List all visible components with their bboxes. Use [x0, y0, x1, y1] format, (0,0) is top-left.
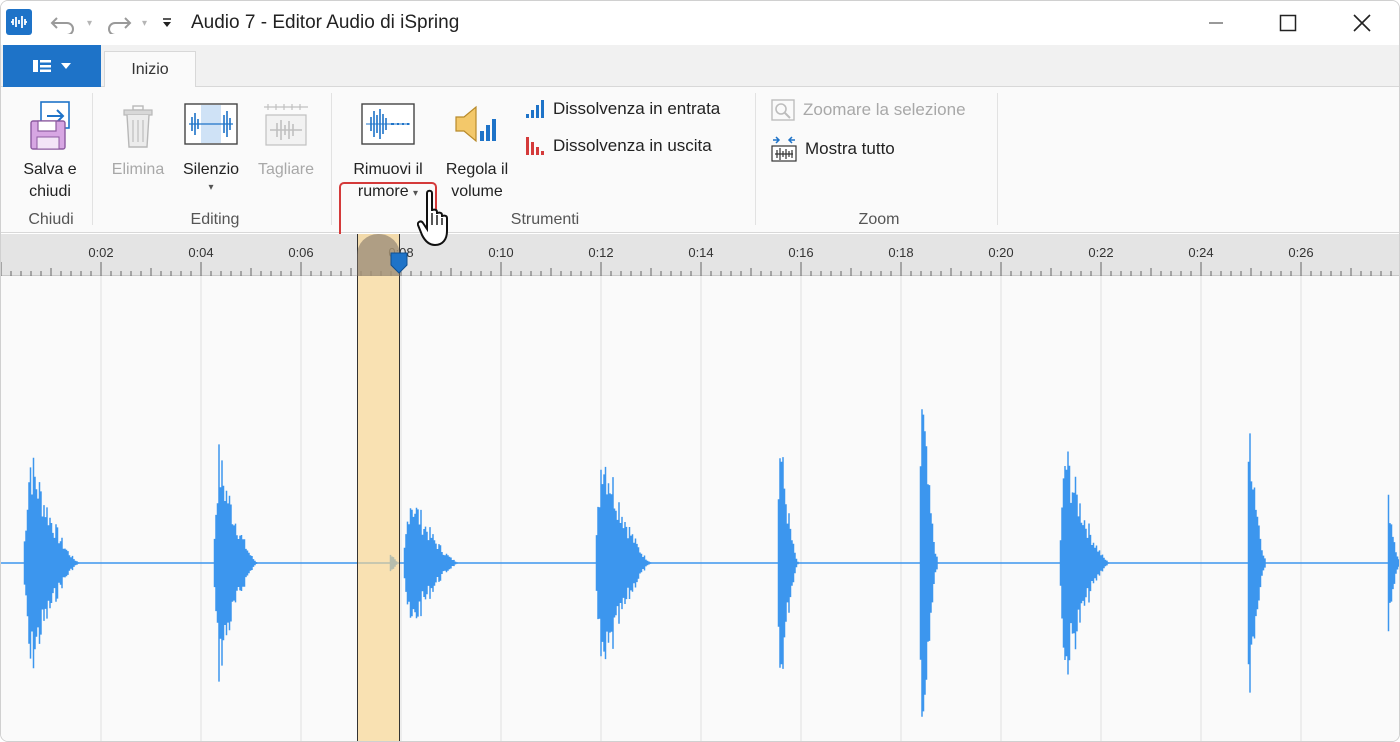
file-menu-button[interactable]	[3, 45, 101, 87]
ruler-tick-label: 0:14	[688, 245, 714, 260]
customize-toolbar-icon[interactable]	[161, 9, 173, 37]
waveform-area[interactable]	[1, 276, 1399, 741]
ruler-tick-label: 0:02	[88, 245, 114, 260]
zoom-selection-icon	[771, 99, 795, 121]
ruler-tick-label: 0:18	[888, 245, 914, 260]
ruler-tick-label: 0:20	[988, 245, 1014, 260]
volume-icon	[452, 99, 502, 153]
ruler-tick-label: 0:06	[288, 245, 314, 260]
ribbon: Salva e chiudi Chiudi Elimina Silenzio ▾…	[1, 87, 1399, 292]
fade-out-icon	[526, 137, 544, 155]
fade-out-button[interactable]: Dissolvenza in uscita	[525, 136, 712, 156]
silence-icon	[183, 99, 239, 153]
fit-all-icon	[771, 136, 797, 162]
group-label-close: Chiudi	[28, 211, 74, 228]
group-divider	[331, 93, 332, 225]
save-close-icon	[25, 99, 75, 153]
title-bar: ▾ ▾ Audio 7 - Editor Audio di iSpring	[1, 1, 1399, 45]
undo-dropdown-icon[interactable]: ▾	[87, 9, 92, 37]
group-label-tools: Strumenti	[510, 211, 580, 228]
maximize-button[interactable]	[1253, 1, 1323, 45]
silence-button[interactable]: Silenzio ▾	[175, 99, 247, 195]
window-title: Audio 7 - Editor Audio di iSpring	[191, 12, 460, 33]
redo-icon[interactable]	[105, 9, 133, 37]
close-button[interactable]	[1327, 1, 1397, 45]
group-label-zoom: Zoom	[858, 211, 900, 228]
silence-label: Silenzio	[182, 161, 240, 178]
ruler-tick-label: 0:26	[1288, 245, 1314, 260]
group-label-editing: Editing	[190, 211, 240, 228]
save-close-label-2: chiudi	[29, 183, 71, 200]
audio-editor-window: ▾ ▾ Audio 7 - Editor Audio di iSpring In…	[0, 0, 1400, 742]
ruler-tick-label: 0:12	[588, 245, 614, 260]
trash-icon	[120, 99, 156, 153]
menu-icon	[33, 60, 51, 72]
app-icon[interactable]	[6, 9, 32, 35]
fade-out-label: Dissolvenza in uscita	[553, 136, 712, 155]
adjust-volume-button[interactable]: Regola il volume	[437, 99, 517, 203]
cut-button[interactable]: Tagliare	[249, 99, 323, 181]
remove-noise-label-1: Rimuovi il	[353, 161, 423, 178]
ruler-tick-label: 0:16	[788, 245, 814, 260]
show-all-button[interactable]: Mostra tutto	[771, 136, 895, 162]
ruler-tick-label: 0:10	[488, 245, 514, 260]
ruler-tick-label: 0:22	[1088, 245, 1114, 260]
redo-dropdown-icon[interactable]: ▾	[142, 9, 147, 37]
trim-icon	[261, 99, 311, 153]
fade-in-icon	[526, 100, 544, 118]
silence-dropdown-icon[interactable]: ▾	[175, 181, 247, 195]
save-and-close-button[interactable]: Salva e chiudi	[15, 99, 85, 203]
group-divider	[92, 93, 93, 225]
noise-removal-icon	[360, 99, 416, 153]
delete-label: Elimina	[111, 161, 165, 178]
ruler-tick-label: 0:24	[1188, 245, 1214, 260]
show-all-label: Mostra tutto	[805, 139, 895, 158]
adjust-volume-label-1: Regola il	[445, 161, 509, 178]
zoom-selection-label: Zoomare la selezione	[803, 100, 966, 119]
group-divider	[997, 93, 998, 225]
fade-in-button[interactable]: Dissolvenza in entrata	[525, 99, 720, 119]
cut-label: Tagliare	[257, 161, 315, 178]
ruler-tick-label: 0:04	[188, 245, 214, 260]
waveform	[1, 276, 1399, 741]
group-divider	[755, 93, 756, 225]
tab-home[interactable]: Inizio	[104, 51, 196, 88]
undo-icon[interactable]	[49, 9, 77, 37]
ribbon-tabs: Inizio	[1, 45, 1399, 88]
hand-cursor-icon	[416, 189, 457, 254]
save-close-label-1: Salva e	[23, 161, 77, 178]
zoom-selection-button[interactable]: Zoomare la selezione	[771, 99, 966, 121]
delete-button[interactable]: Elimina	[105, 99, 171, 181]
timeline-ruler[interactable]: 0:020:040:060:080:100:120:140:160:180:20…	[1, 234, 1399, 276]
chevron-down-icon	[61, 63, 71, 69]
minimize-button[interactable]	[1181, 1, 1251, 45]
selection-region[interactable]	[357, 234, 400, 741]
fade-in-label: Dissolvenza in entrata	[553, 99, 721, 118]
